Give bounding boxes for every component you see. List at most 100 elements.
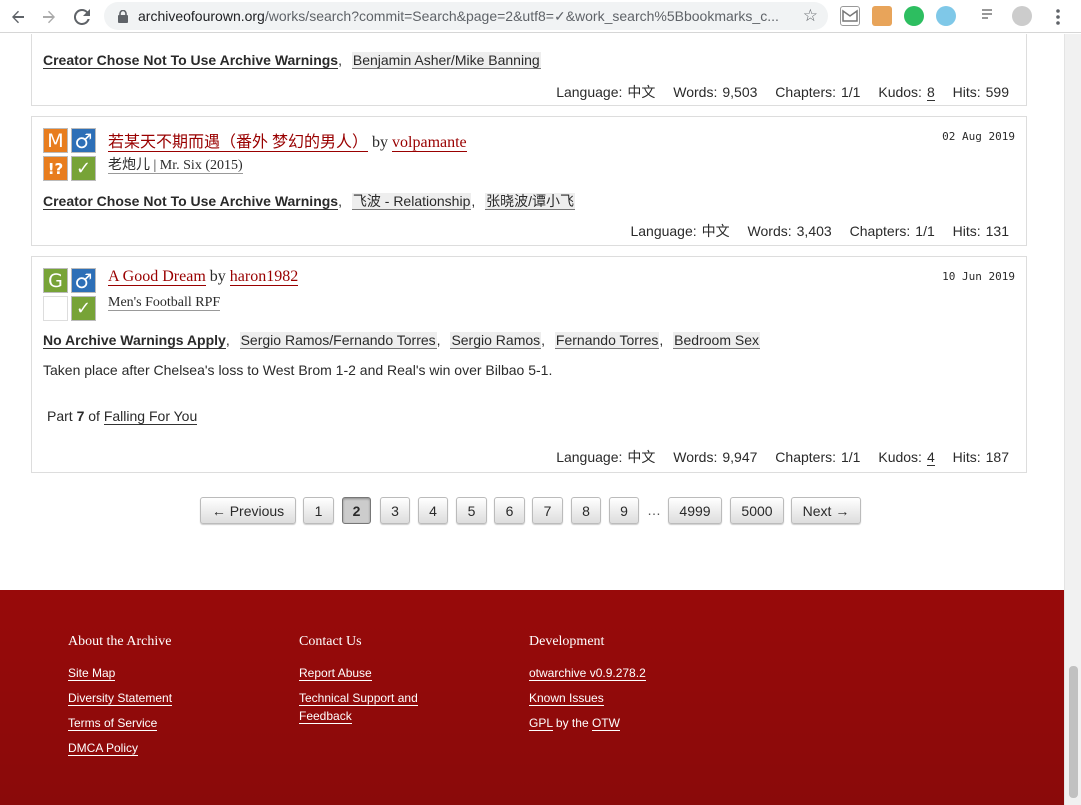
kudos-link[interactable]: 4 xyxy=(926,449,935,466)
report-abuse-link[interactable]: Report Abuse xyxy=(299,666,372,681)
fandom-link[interactable]: 老炮儿 | Mr. Six (2015) xyxy=(108,158,243,174)
page-1-button[interactable]: 1 xyxy=(303,497,334,524)
rating-general-icon[interactable]: G xyxy=(43,268,68,293)
work-stats: Language: 中文 Words: 3,403 Chapters: 1/1 Hit… xyxy=(625,221,1009,241)
work-blurb: Creator Chose Not To Use Archive Warning… xyxy=(31,34,1027,106)
warning-tag[interactable]: No Archive Warnings Apply xyxy=(43,332,226,349)
warning-unspecified-icon[interactable]: !? xyxy=(43,156,68,181)
words-value: 3,403 xyxy=(796,223,832,239)
kudos-label: Kudos: xyxy=(878,449,922,465)
hits-label: Hits: xyxy=(952,449,981,465)
page-9-button[interactable]: 9 xyxy=(609,497,639,524)
url-text: archiveofourown.org/works/search?commit=… xyxy=(138,7,779,24)
tags-list: Creator Chose Not To Use Archive Warning… xyxy=(43,52,541,69)
complete-icon[interactable]: ✓ xyxy=(71,156,96,181)
menu-icon[interactable] xyxy=(1046,5,1070,29)
rating-mature-icon[interactable]: M xyxy=(43,128,68,153)
diversity-statement-link[interactable]: Diversity Statement xyxy=(68,691,173,706)
extension-globe-icon[interactable] xyxy=(936,6,956,26)
language-value: 中文 xyxy=(701,223,730,239)
address-bar[interactable]: archiveofourown.org/works/search?commit=… xyxy=(104,2,828,30)
series-info: Part 7 of Falling For You xyxy=(47,408,198,425)
bookmark-star-icon[interactable]: ☆ xyxy=(803,7,818,25)
terms-of-service-link[interactable]: Terms of Service xyxy=(68,716,158,731)
lock-icon xyxy=(116,9,130,23)
scrollbar-thumb[interactable] xyxy=(1069,666,1078,798)
language-value: 中文 xyxy=(627,84,656,100)
hits-value: 187 xyxy=(985,449,1009,465)
words-label: Words: xyxy=(673,449,718,465)
complete-icon[interactable]: ✓ xyxy=(71,296,96,321)
warning-tag[interactable]: Creator Chose Not To Use Archive Warning… xyxy=(43,52,339,69)
chapters-value: 1/1 xyxy=(841,84,861,100)
work-summary: Taken place after Chelsea's loss to West… xyxy=(43,362,553,378)
reading-list-icon[interactable] xyxy=(980,6,1000,26)
page-scrollbar[interactable] xyxy=(1064,34,1081,805)
chapters-label: Chapters: xyxy=(849,223,911,239)
known-issues-link[interactable]: Known Issues xyxy=(529,691,604,706)
page-8-button[interactable]: 8 xyxy=(571,497,601,524)
page-5000-button[interactable]: 5000 xyxy=(730,497,784,524)
version-link[interactable]: otwarchive v0.9.278.2 xyxy=(529,666,646,681)
series-number: 7 xyxy=(76,408,85,424)
evernote-icon[interactable] xyxy=(904,6,924,26)
series-link[interactable]: Falling For You xyxy=(103,408,198,425)
category-mm-icon[interactable]: ♂ xyxy=(71,128,96,153)
tags-list: Creator Chose Not To Use Archive Warning… xyxy=(43,193,576,210)
technical-support-link[interactable]: Technical Support and Feedback xyxy=(299,691,418,724)
profile-avatar[interactable] xyxy=(1012,6,1032,26)
kudos-link[interactable]: 8 xyxy=(926,84,935,101)
otw-link[interactable]: OTW xyxy=(591,716,620,731)
forward-icon[interactable] xyxy=(37,5,61,29)
words-value: 9,503 xyxy=(722,84,758,100)
relationship-tag[interactable]: 张晓波/谭小飞 xyxy=(485,193,576,210)
gmail-extension-icon[interactable] xyxy=(840,6,860,26)
fandom: Men's Football RPF xyxy=(108,295,221,311)
character-tag[interactable]: Fernando Torres xyxy=(554,332,660,349)
fandom-link[interactable]: Men's Football RPF xyxy=(108,295,221,311)
work-title-link[interactable]: A Good Dream xyxy=(108,268,206,286)
no-warnings-icon[interactable] xyxy=(43,296,68,321)
work-date: 02 Aug 2019 xyxy=(942,130,1015,143)
chapters-value: 1/1 xyxy=(841,449,861,465)
warning-tag[interactable]: Creator Chose Not To Use Archive Warning… xyxy=(43,193,339,210)
page-4-button[interactable]: 4 xyxy=(418,497,448,524)
next-page-button[interactable]: Next → xyxy=(791,497,861,524)
page-4999-button[interactable]: 4999 xyxy=(668,497,722,524)
words-value: 9,947 xyxy=(722,449,758,465)
freeform-tag[interactable]: Bedroom Sex xyxy=(673,332,760,349)
words-label: Words: xyxy=(747,223,792,239)
language-label: Language: xyxy=(556,449,623,465)
extension-icon[interactable] xyxy=(872,6,892,26)
author-link[interactable]: haron1982 xyxy=(229,268,299,286)
page-2-current: 2 xyxy=(342,497,371,524)
kudos-label: Kudos: xyxy=(878,84,922,100)
category-mm-icon[interactable]: ♂ xyxy=(71,268,96,293)
hits-label: Hits: xyxy=(952,84,981,100)
series-of-label: of xyxy=(88,408,100,424)
character-tag[interactable]: Sergio Ramos xyxy=(450,332,542,349)
relationship-tag[interactable]: 飞波 - Relationship xyxy=(351,193,472,210)
reload-icon[interactable] xyxy=(70,5,94,29)
dmca-policy-link[interactable]: DMCA Policy xyxy=(68,741,139,756)
previous-page-button[interactable]: ← Previous xyxy=(200,497,296,524)
page-5-button[interactable]: 5 xyxy=(456,497,487,524)
work-stats: Language: 中文 Words: 9,947 Chapters: 1/1 Kud… xyxy=(551,447,1009,467)
page-3-button[interactable]: 3 xyxy=(380,497,410,524)
relationship-tag[interactable]: Benjamin Asher/Mike Banning xyxy=(351,52,541,69)
page-7-button[interactable]: 7 xyxy=(532,497,563,524)
work-blurb: M ♂ !? ✓ 若某天不期而遇（番外 梦幻的男人） by volpamante… xyxy=(31,116,1027,246)
page-6-button[interactable]: 6 xyxy=(494,497,525,524)
author-link[interactable]: volpamante xyxy=(392,134,467,152)
required-tags: G ♂ ✓ xyxy=(43,268,97,322)
relationship-tag[interactable]: Sergio Ramos/Fernando Torres xyxy=(239,332,437,349)
back-icon[interactable] xyxy=(6,5,30,29)
site-map-link[interactable]: Site Map xyxy=(68,666,116,681)
work-title-link[interactable]: 若某天不期而遇（番外 梦幻的男人） xyxy=(108,134,369,152)
footer-development-heading: Development xyxy=(529,634,605,649)
gpl-link[interactable]: GPL xyxy=(529,716,553,731)
pagination-gap: … xyxy=(647,502,661,518)
language-label: Language: xyxy=(630,223,697,239)
language-value: 中文 xyxy=(627,449,656,465)
by-the-text: by the xyxy=(555,716,589,730)
